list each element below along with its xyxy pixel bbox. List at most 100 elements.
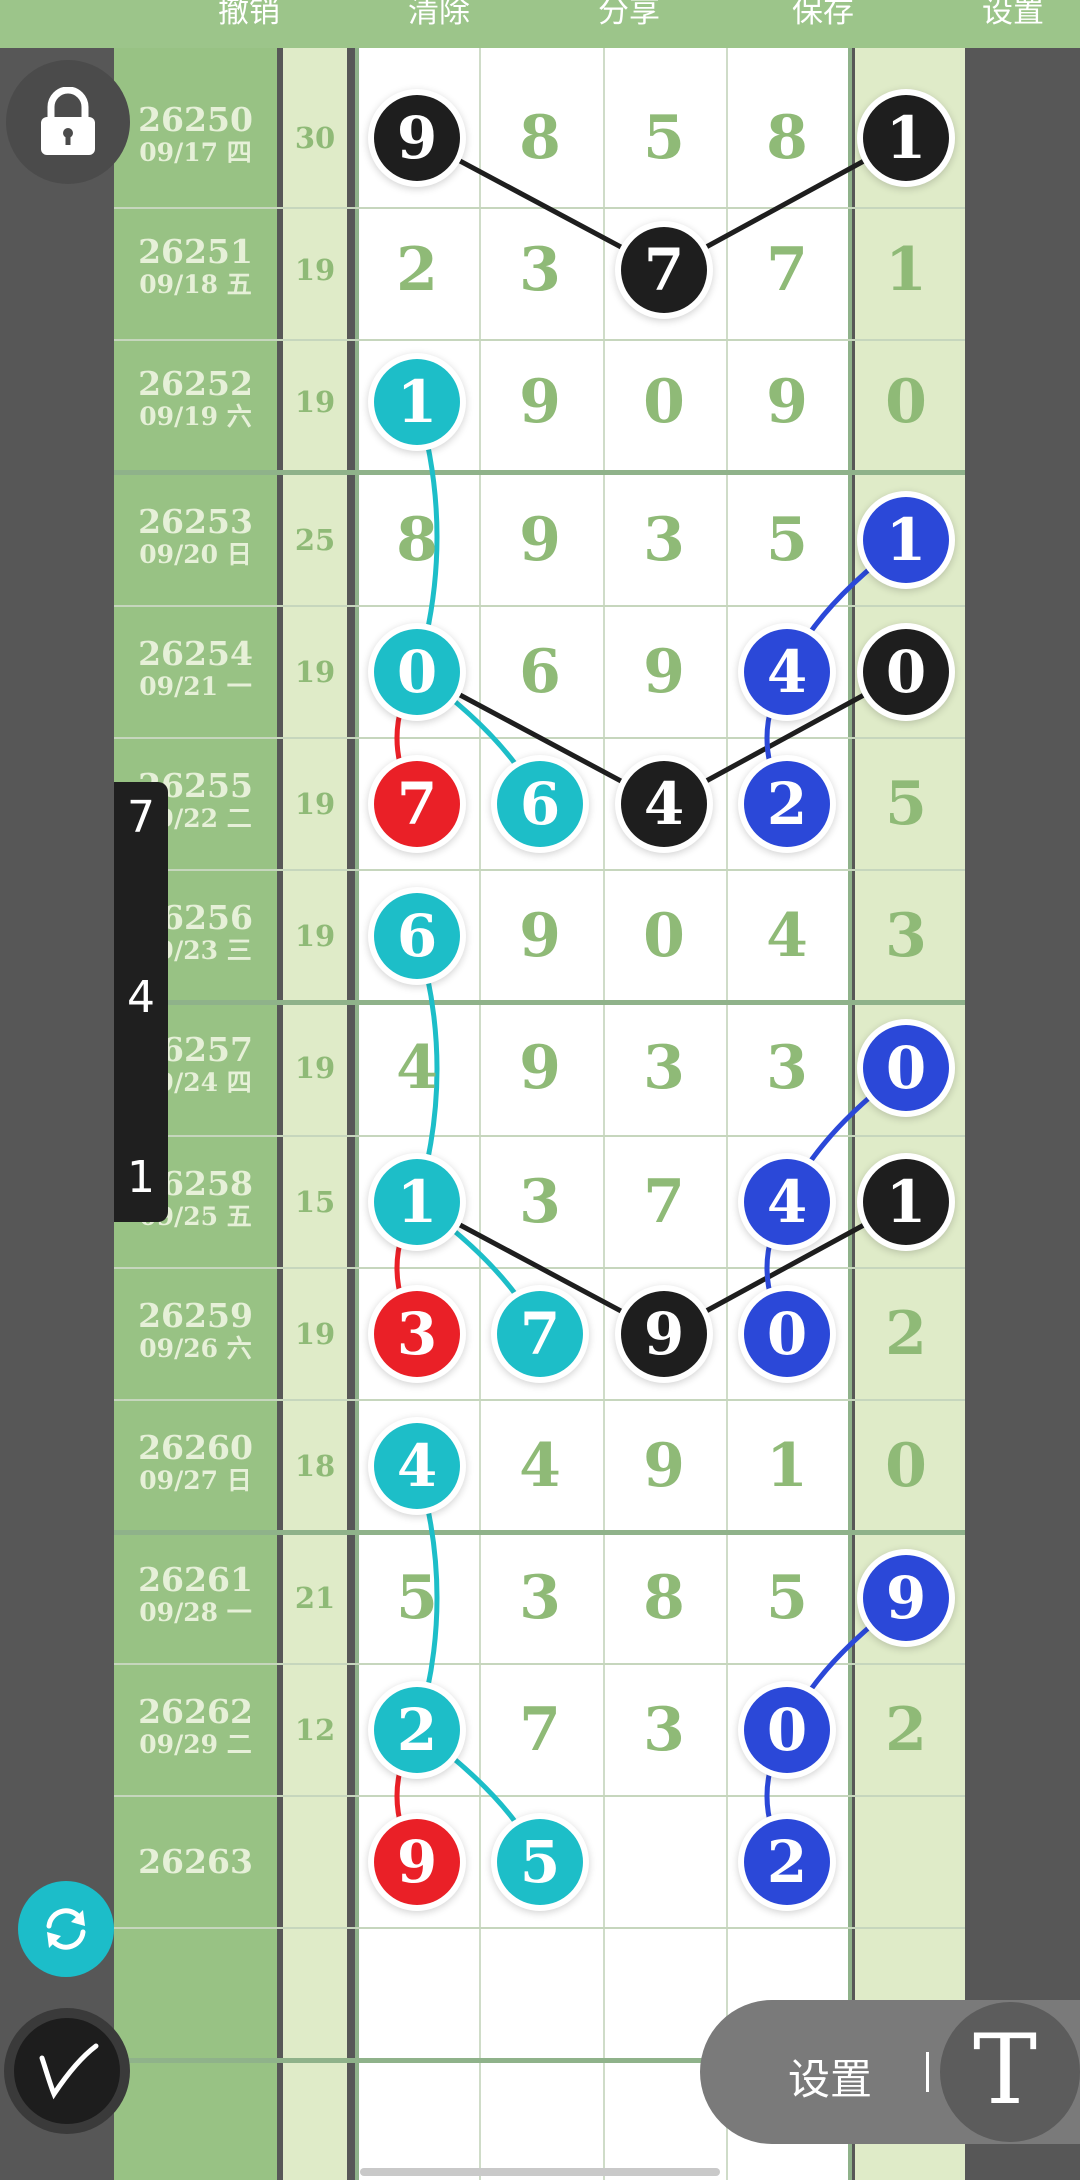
digit-cell[interactable]: 9 xyxy=(619,627,709,717)
digit-cell[interactable]: 1 xyxy=(861,225,951,315)
sum-value: 19 xyxy=(294,655,336,689)
marked-digit-ball[interactable]: 2 xyxy=(374,1687,460,1773)
lock-button[interactable] xyxy=(6,60,130,184)
sum-value xyxy=(283,1796,347,1928)
marked-digit-ball[interactable]: 6 xyxy=(374,893,460,979)
bottom-settings-button[interactable]: 设置 xyxy=(788,2046,872,2107)
digit-cell[interactable]: 8 xyxy=(372,495,462,585)
digit-cell[interactable]: 0 xyxy=(861,1421,951,1511)
digit-cell[interactable]: 5 xyxy=(742,1553,832,1643)
issue-number: 26252 xyxy=(138,364,253,403)
issue-number: 26260 xyxy=(138,1428,253,1467)
digit-cell[interactable]: 6 xyxy=(495,627,585,717)
marked-digit-ball[interactable]: 4 xyxy=(374,1423,460,1509)
marked-digit-ball[interactable]: 4 xyxy=(621,761,707,847)
side-panel-item[interactable]: 7 xyxy=(114,792,168,843)
marked-digit-ball[interactable]: 7 xyxy=(621,227,707,313)
digit-cell[interactable]: 0 xyxy=(619,357,709,447)
digit-cell[interactable]: 0 xyxy=(861,357,951,447)
marked-digit-ball[interactable]: 7 xyxy=(374,761,460,847)
digit-cell[interactable]: 8 xyxy=(619,1553,709,1643)
digit-cell[interactable]: 4 xyxy=(742,891,832,981)
marked-digit-ball[interactable]: 7 xyxy=(497,1291,583,1377)
issue-label: 26254 09/21 一 xyxy=(114,636,277,702)
refresh-button[interactable] xyxy=(18,1881,114,1977)
pen-icon xyxy=(39,2043,99,2100)
digit-cell[interactable]: 7 xyxy=(619,1157,709,1247)
pen-button[interactable] xyxy=(4,2008,130,2134)
digit-cell[interactable]: 5 xyxy=(742,495,832,585)
digit-cell[interactable]: 4 xyxy=(495,1421,585,1511)
marked-digit-ball[interactable]: 0 xyxy=(744,1291,830,1377)
digit-cell[interactable]: 9 xyxy=(495,1023,585,1113)
side-panel-item[interactable]: 4 xyxy=(114,972,168,1023)
digit-cell[interactable]: 9 xyxy=(495,495,585,585)
issue-label: 26263 xyxy=(114,1844,277,1880)
issue-number: 26262 xyxy=(138,1692,253,1731)
digit-cell[interactable]: 8 xyxy=(495,93,585,183)
digit-cell[interactable]: 9 xyxy=(742,357,832,447)
digit-cell[interactable]: 5 xyxy=(372,1553,462,1643)
side-number-panel[interactable]: 7 4 1 xyxy=(114,782,168,1222)
digit-cell[interactable]: 5 xyxy=(619,93,709,183)
digit-cell[interactable]: 3 xyxy=(619,495,709,585)
issue-number: 26259 xyxy=(138,1296,253,1335)
digit-cell[interactable]: 3 xyxy=(619,1023,709,1113)
marked-digit-ball[interactable]: 1 xyxy=(374,359,460,445)
marked-digit-ball[interactable]: 0 xyxy=(744,1687,830,1773)
marked-digit-ball[interactable]: 0 xyxy=(863,1025,949,1111)
digit-cell[interactable]: 3 xyxy=(495,225,585,315)
digit-cell[interactable]: 1 xyxy=(742,1421,832,1511)
marked-digit-ball[interactable]: 3 xyxy=(374,1291,460,1377)
marked-digit-ball[interactable]: 5 xyxy=(497,1819,583,1905)
digit-cell[interactable]: 9 xyxy=(495,891,585,981)
sum-value: 19 xyxy=(294,919,336,953)
side-panel-item[interactable]: 1 xyxy=(114,1152,168,1203)
marked-digit-ball[interactable]: 9 xyxy=(863,1555,949,1641)
sum-value: 19 xyxy=(294,253,336,287)
text-tool-button[interactable]: T xyxy=(940,2002,1080,2142)
marked-digit-ball[interactable]: 2 xyxy=(744,761,830,847)
marked-digit-ball[interactable]: 9 xyxy=(374,95,460,181)
digit-cell[interactable]: 3 xyxy=(495,1157,585,1247)
issue-label: 26261 09/28 一 xyxy=(114,1562,277,1628)
issue-date: 09/27 日 xyxy=(139,1466,252,1495)
marked-digit-ball[interactable]: 1 xyxy=(863,1159,949,1245)
marked-digit-ball[interactable]: 0 xyxy=(863,629,949,715)
marked-digit-ball[interactable]: 9 xyxy=(374,1819,460,1905)
issue-date: 09/29 二 xyxy=(139,1730,252,1759)
sum-value: 19 xyxy=(294,787,336,821)
marked-digit-ball[interactable]: 2 xyxy=(744,1819,830,1905)
issue-number: 26263 xyxy=(138,1842,253,1881)
issue-date: 09/19 六 xyxy=(139,402,252,431)
digit-cell[interactable]: 2 xyxy=(861,1289,951,1379)
marked-digit-ball[interactable]: 1 xyxy=(863,95,949,181)
digit-cell[interactable]: 0 xyxy=(619,891,709,981)
marked-digit-ball[interactable]: 1 xyxy=(863,497,949,583)
digit-cell[interactable]: 8 xyxy=(742,93,832,183)
digit-cell[interactable]: 2 xyxy=(372,225,462,315)
digit-cell[interactable]: 9 xyxy=(619,1421,709,1511)
sum-value: 19 xyxy=(294,385,336,419)
digit-cell[interactable]: 4 xyxy=(372,1023,462,1113)
sum-value: 18 xyxy=(294,1449,336,1483)
horizontal-scrollbar[interactable] xyxy=(360,2168,720,2176)
digit-cell[interactable]: 5 xyxy=(861,759,951,849)
digit-cell[interactable]: 7 xyxy=(742,225,832,315)
marked-digit-ball[interactable]: 0 xyxy=(374,629,460,715)
refresh-icon xyxy=(46,1908,86,1950)
digit-cell[interactable]: 3 xyxy=(742,1023,832,1113)
digit-cell[interactable]: 3 xyxy=(861,891,951,981)
digit-cell[interactable]: 2 xyxy=(861,1685,951,1775)
text-tool-label: T xyxy=(972,2014,1038,2126)
digit-cell[interactable]: 3 xyxy=(495,1553,585,1643)
marked-digit-ball[interactable]: 4 xyxy=(744,1159,830,1245)
marked-digit-ball[interactable]: 6 xyxy=(497,761,583,847)
marked-digit-ball[interactable]: 1 xyxy=(374,1159,460,1245)
sum-value: 19 xyxy=(294,1317,336,1351)
digit-cell[interactable]: 9 xyxy=(495,357,585,447)
marked-digit-ball[interactable]: 4 xyxy=(744,629,830,715)
digit-cell[interactable]: 3 xyxy=(619,1685,709,1775)
digit-cell[interactable]: 7 xyxy=(495,1685,585,1775)
marked-digit-ball[interactable]: 9 xyxy=(621,1291,707,1377)
